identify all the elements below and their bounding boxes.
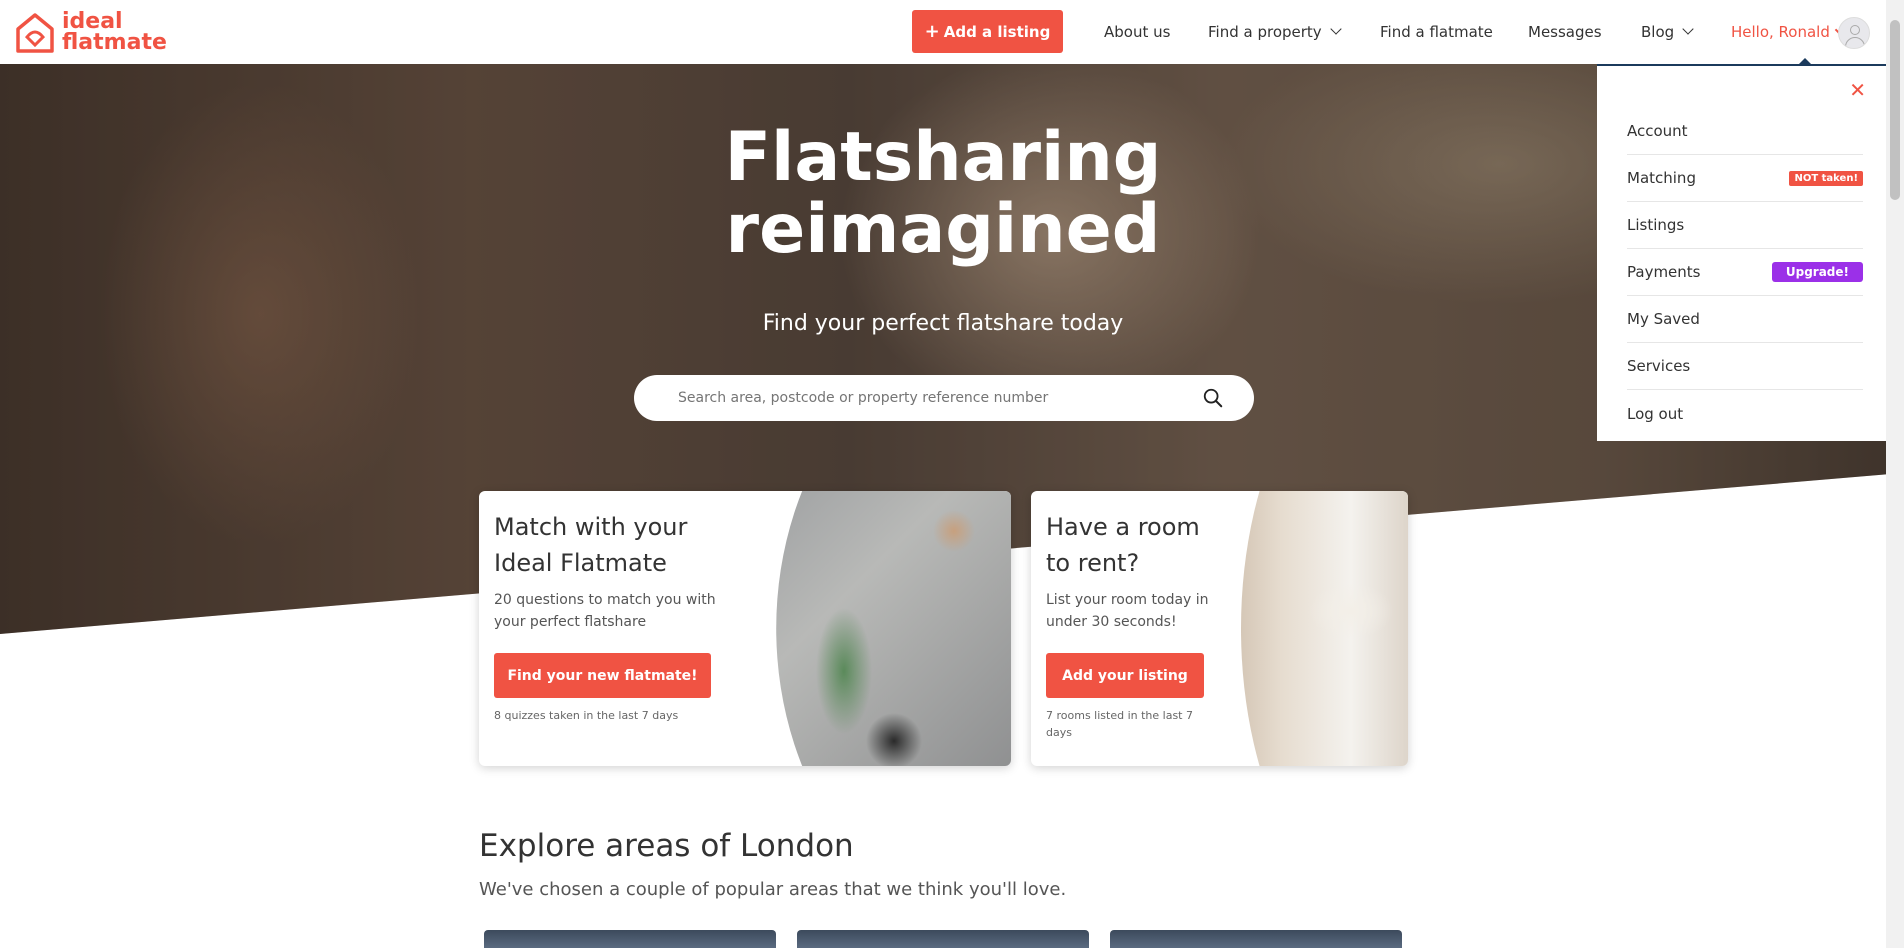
top-navbar: ideal flatmate + Add a listing About us … xyxy=(0,0,1886,64)
search-bar xyxy=(634,375,1254,421)
match-card-text-line1: 20 questions to match you with xyxy=(494,592,716,608)
match-card-text: 20 questions to match you with your perf… xyxy=(494,589,716,633)
greeting-label: Hello, Ronald xyxy=(1731,23,1830,41)
nav-find-property[interactable]: Find a property xyxy=(1208,0,1342,64)
explore-title: Explore areas of London xyxy=(479,828,854,864)
logo-text-flatmate: flatmate xyxy=(62,30,167,55)
room-card-title-line1: Have a room xyxy=(1046,513,1200,541)
menu-item-label: Matching xyxy=(1627,169,1696,187)
menu-item-log-out[interactable]: Log out xyxy=(1627,390,1863,437)
dropdown-caret xyxy=(1799,58,1811,64)
match-card-title-line1: Match with your xyxy=(494,513,688,541)
add-your-listing-button[interactable]: Add your listing xyxy=(1046,653,1204,698)
match-card-text-line2: your perfect flatshare xyxy=(494,614,647,630)
search-icon[interactable] xyxy=(1202,387,1224,409)
menu-item-label: My Saved xyxy=(1627,310,1700,328)
house-logo-icon xyxy=(16,13,54,53)
find-flatmate-button[interactable]: Find your new flatmate! xyxy=(494,653,711,698)
menu-item-payments[interactable]: Payments Upgrade! xyxy=(1627,249,1863,296)
user-menu-list: Account Matching NOT taken! Listings Pay… xyxy=(1627,108,1863,437)
chevron-down-icon xyxy=(1682,23,1694,35)
nav-messages-label: Messages xyxy=(1528,23,1602,41)
menu-item-label: Payments xyxy=(1627,263,1701,281)
menu-item-label: Listings xyxy=(1627,216,1685,234)
area-tile[interactable] xyxy=(484,930,776,948)
search-input[interactable] xyxy=(678,390,1178,406)
rooms-listed-line1: 7 rooms listed in the last 7 xyxy=(1046,709,1193,722)
area-tile[interactable] xyxy=(1110,930,1402,948)
menu-item-label: Log out xyxy=(1627,404,1684,423)
match-card-title-line2: Ideal Flatmate xyxy=(494,549,667,577)
flatmates-bbq-photo xyxy=(776,491,1011,766)
menu-item-matching[interactable]: Matching NOT taken! xyxy=(1627,155,1863,202)
add-listing-button[interactable]: + Add a listing xyxy=(912,10,1063,53)
plus-icon: + xyxy=(924,21,940,42)
room-card-title-line2: to rent? xyxy=(1046,549,1140,577)
menu-item-label: Services xyxy=(1627,357,1691,375)
nav-find-property-label: Find a property xyxy=(1208,23,1322,41)
explore-subtitle: We've chosen a couple of popular areas t… xyxy=(479,879,1067,900)
user-avatar-icon[interactable] xyxy=(1838,17,1870,49)
menu-item-services[interactable]: Services xyxy=(1627,343,1863,390)
menu-item-listings[interactable]: Listings xyxy=(1627,202,1863,249)
match-card-title: Match with your Ideal Flatmate xyxy=(494,509,687,581)
menu-item-my-saved[interactable]: My Saved xyxy=(1627,296,1863,343)
nav-blog-label: Blog xyxy=(1641,23,1675,41)
menu-item-label: Account xyxy=(1627,122,1688,140)
not-taken-badge: NOT taken! xyxy=(1789,170,1863,186)
ideal-flatmate-logo[interactable]: ideal flatmate xyxy=(14,9,167,55)
user-dropdown-menu: ✕ Account Matching NOT taken! Listings P… xyxy=(1597,64,1886,441)
user-menu-toggle[interactable]: Hello, Ronald xyxy=(1731,0,1844,64)
match-flatmate-card: Match with your Ideal Flatmate 20 questi… xyxy=(479,491,1011,766)
chevron-down-icon xyxy=(1330,23,1342,35)
nav-blog[interactable]: Blog xyxy=(1641,0,1694,64)
room-card-text-line1: List your room today in xyxy=(1046,592,1209,608)
rooms-listed-count: 7 rooms listed in the last 7 days xyxy=(1046,707,1193,741)
upgrade-button[interactable]: Upgrade! xyxy=(1771,262,1863,282)
menu-item-account[interactable]: Account xyxy=(1627,108,1863,155)
nav-messages[interactable]: Messages xyxy=(1528,0,1602,64)
logo-text-ideal: ideal xyxy=(62,9,123,34)
nav-about-label: About us xyxy=(1104,23,1171,41)
room-card-text-line2: under 30 seconds! xyxy=(1046,614,1177,630)
room-card-title: Have a room to rent? xyxy=(1046,509,1200,581)
page-scrollbar[interactable] xyxy=(1886,0,1904,948)
bedroom-photo xyxy=(1241,491,1408,766)
quizzes-count: 8 quizzes taken in the last 7 days xyxy=(494,709,679,722)
nav-about-us[interactable]: About us xyxy=(1104,0,1170,64)
room-card-text: List your room today in under 30 seconds… xyxy=(1046,589,1209,633)
close-icon[interactable]: ✕ xyxy=(1849,78,1866,102)
add-listing-label: Add a listing xyxy=(943,22,1051,41)
nav-find-flatmate-label: Find a flatmate xyxy=(1380,23,1493,41)
area-tile[interactable] xyxy=(797,930,1089,948)
rooms-listed-line2: days xyxy=(1046,726,1072,739)
nav-find-flatmate[interactable]: Find a flatmate xyxy=(1380,0,1493,64)
scrollbar-thumb[interactable] xyxy=(1890,20,1900,200)
rent-room-card: Have a room to rent? List your room toda… xyxy=(1031,491,1408,766)
